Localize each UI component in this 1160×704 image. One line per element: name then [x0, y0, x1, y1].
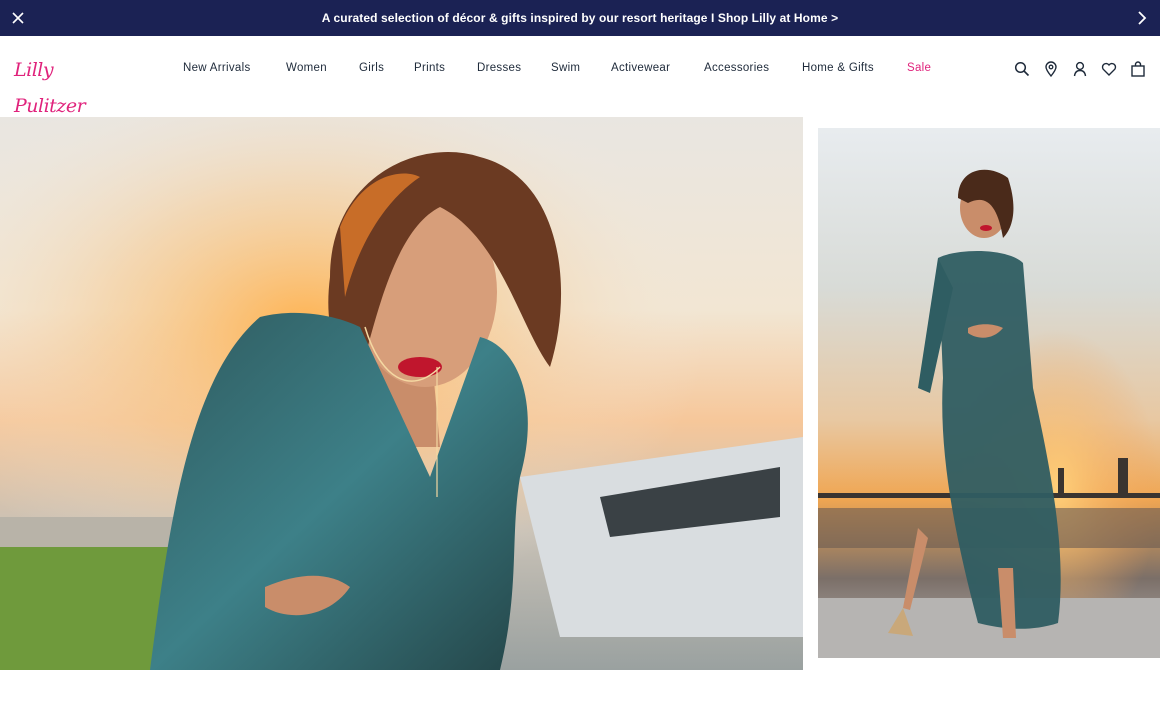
close-icon[interactable]	[10, 10, 26, 26]
account-icon[interactable]	[1072, 61, 1088, 77]
nav-women[interactable]: Women	[286, 62, 327, 74]
nav-dresses[interactable]: Dresses	[477, 62, 521, 74]
chevron-right-icon[interactable]	[1134, 10, 1150, 26]
wishlist-heart-icon[interactable]	[1101, 61, 1117, 77]
header-icons	[1014, 61, 1146, 79]
nav-activewear[interactable]: Activewear	[611, 62, 670, 74]
promo-banner: A curated selection of décor & gifts ins…	[0, 0, 1160, 36]
location-pin-icon[interactable]	[1043, 61, 1059, 78]
nav-sale[interactable]: Sale	[907, 62, 931, 74]
hero-image-right[interactable]	[818, 128, 1160, 658]
site-header: Lilly Pulitzer New Arrivals Women Girls …	[0, 36, 1160, 117]
promo-link[interactable]: A curated selection of décor & gifts ins…	[322, 11, 838, 25]
nav-prints[interactable]: Prints	[414, 62, 445, 74]
nav-girls[interactable]: Girls	[359, 62, 384, 74]
nav-new-arrivals[interactable]: New Arrivals	[183, 62, 251, 74]
main-nav: New Arrivals Women Girls Prints Dresses …	[0, 36, 1160, 102]
search-icon[interactable]	[1014, 61, 1030, 77]
nav-swim[interactable]: Swim	[551, 62, 580, 74]
shopping-bag-icon[interactable]	[1130, 61, 1146, 77]
nav-home-gifts[interactable]: Home & Gifts	[802, 62, 874, 74]
nav-accessories[interactable]: Accessories	[704, 62, 769, 74]
hero-image-left[interactable]	[0, 117, 803, 670]
